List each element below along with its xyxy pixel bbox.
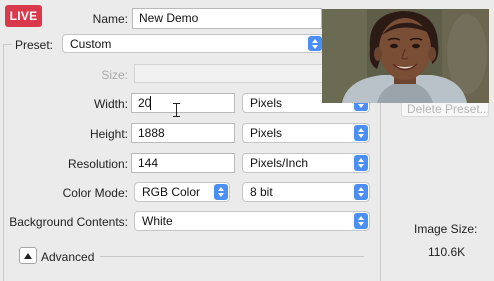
bit-depth-value: 8 bit (250, 185, 273, 199)
resolution-label: Resolution: (67, 157, 128, 171)
background-contents-select[interactable]: White (134, 211, 370, 231)
text-caret (150, 96, 151, 110)
group-box-left (3, 44, 4, 281)
bit-depth-stepper-icon (354, 184, 368, 200)
width-field[interactable]: 20 (131, 93, 235, 113)
color-mode-stepper-icon (214, 184, 228, 200)
preset-stepper-icon (308, 36, 322, 51)
advanced-label[interactable]: Advanced (41, 249, 101, 265)
preset-label: Preset: (15, 38, 54, 52)
image-size-label: Image Size: (414, 222, 478, 236)
height-field[interactable]: 1888 (131, 123, 235, 143)
preset-select[interactable]: Custom (62, 34, 324, 53)
height-unit-select[interactable]: Pixels (242, 123, 370, 143)
background-contents-value: White (142, 214, 173, 228)
resolution-unit-select[interactable]: Pixels/Inch (242, 153, 370, 173)
image-size-value: 110.6K (428, 245, 466, 259)
preset-select-value: Custom (70, 37, 112, 51)
advanced-disclosure-button[interactable] (19, 247, 37, 264)
height-unit-stepper-icon (354, 125, 368, 141)
name-label: Name: (92, 12, 128, 26)
resolution-unit-stepper-icon (354, 155, 368, 171)
background-contents-label: Background Contents: (9, 215, 128, 229)
size-label: Size: (101, 68, 128, 82)
bit-depth-select[interactable]: 8 bit (242, 182, 370, 202)
live-badge: LIVE (5, 5, 42, 27)
color-mode-select[interactable]: RGB Color (134, 182, 230, 202)
height-label: Height: (89, 127, 128, 141)
ibeam-cursor-icon (173, 103, 181, 117)
advanced-separator (100, 256, 364, 257)
resolution-unit-value: Pixels/Inch (250, 156, 309, 170)
webcam-overlay (322, 9, 489, 103)
group-box-top-left (3, 44, 12, 45)
webcam-presenter-image (322, 9, 489, 103)
delete-preset-button[interactable]: Delete Preset... (401, 101, 489, 117)
color-mode-label: Color Mode: (62, 186, 128, 200)
background-contents-stepper-icon (354, 213, 368, 229)
resolution-field[interactable]: 144 (131, 153, 235, 173)
size-select[interactable] (134, 64, 324, 83)
height-unit-value: Pixels (250, 126, 283, 140)
name-field[interactable]: New Demo (132, 8, 322, 29)
disclosure-triangle-icon (24, 252, 32, 259)
color-mode-value: RGB Color (142, 185, 201, 199)
width-unit-value: Pixels (250, 96, 283, 110)
width-label: Width: (93, 97, 128, 111)
